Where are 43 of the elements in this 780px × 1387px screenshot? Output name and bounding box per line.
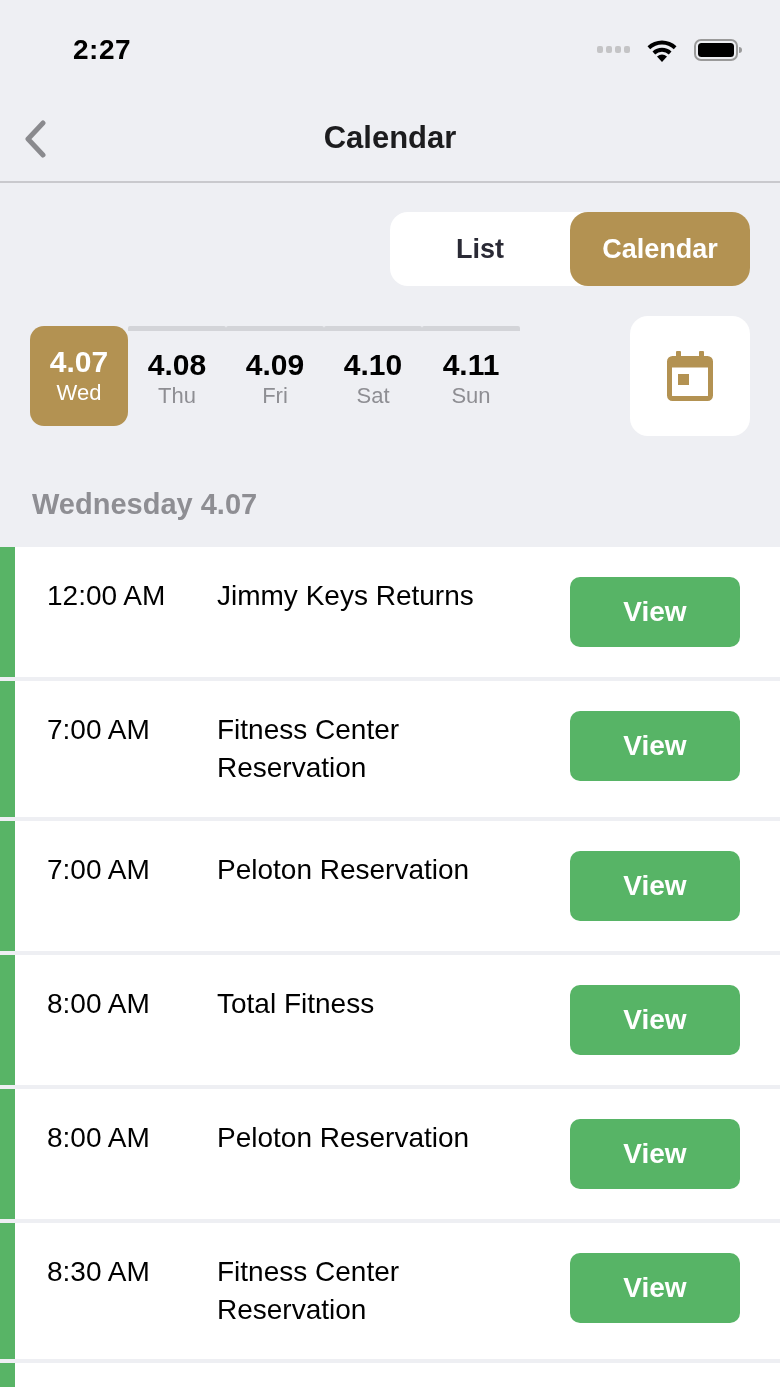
- view-tab[interactable]: List: [390, 212, 570, 286]
- event-title: Total Fitness: [217, 987, 376, 1021]
- day-tab[interactable]: 4.07 Wed: [30, 326, 128, 426]
- day-date: 4.08: [147, 347, 207, 382]
- event-time: 7:00 AM: [47, 853, 151, 887]
- battery-icon: [694, 39, 742, 61]
- day-weekday: Fri: [262, 381, 288, 410]
- view-button[interactable]: View: [570, 851, 740, 921]
- day-weekday: Sun: [451, 381, 491, 410]
- day-weekday: Thu: [158, 381, 196, 410]
- day-date: 4.09: [245, 347, 305, 382]
- screen-title: Calendar: [323, 119, 457, 158]
- view-button[interactable]: View: [570, 985, 740, 1055]
- view-button[interactable]: View: [570, 1253, 740, 1323]
- section-heading: Wednesday 4.07: [32, 487, 259, 522]
- event-title: Peloton Reservation: [217, 853, 471, 887]
- signal-dots-icon: [597, 46, 630, 54]
- day-tab[interactable]: 4.10 Sat: [324, 326, 422, 426]
- event-title: Fitness Center Reservation: [217, 1255, 401, 1327]
- wifi-icon: [646, 38, 678, 62]
- day-date: 4.07: [49, 345, 109, 379]
- view-button[interactable]: View: [570, 711, 740, 781]
- view-button[interactable]: View: [570, 577, 740, 647]
- day-tab[interactable]: 4.11 Sun: [422, 326, 520, 426]
- event-title: Peloton Reservation: [217, 1121, 471, 1155]
- event-time: 8:30 AM: [47, 1255, 151, 1289]
- day-weekday: Wed: [56, 379, 102, 407]
- view-tab[interactable]: Calendar: [570, 212, 750, 286]
- calendar-button[interactable]: [630, 316, 750, 436]
- day-tab[interactable]: 4.09 Fri: [226, 326, 324, 426]
- status-time: 2:27: [73, 33, 132, 67]
- view-button[interactable]: View: [570, 1119, 740, 1189]
- event-time: 12:00 AM: [47, 579, 167, 613]
- event-time: 8:00 AM: [47, 1121, 151, 1155]
- day-tab[interactable]: 4.08 Thu: [128, 326, 226, 426]
- calendar-icon: [667, 351, 713, 401]
- day-weekday: Sat: [356, 381, 390, 410]
- day-date: 4.10: [343, 347, 403, 382]
- event-time: 8:00 AM: [47, 987, 151, 1021]
- day-date: 4.11: [442, 347, 500, 382]
- event-time: 7:00 AM: [47, 713, 151, 747]
- event-title: Jimmy Keys Returns: [217, 579, 475, 613]
- event-title: Fitness Center Reservation: [217, 713, 401, 785]
